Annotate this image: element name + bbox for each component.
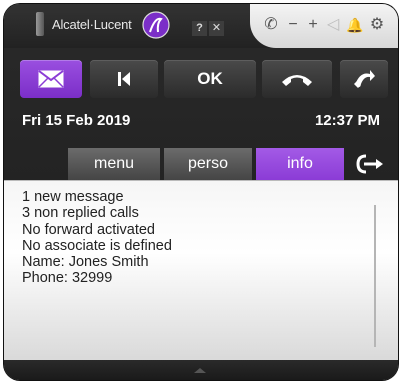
info-forward-status: No forward activated: [22, 221, 155, 238]
brand-name: Alcatel·Lucent: [52, 17, 132, 32]
ok-button[interactable]: OK: [164, 60, 256, 98]
back-button[interactable]: [90, 60, 158, 98]
help-button[interactable]: ?: [192, 21, 207, 36]
info-phone-number: Phone: 32999: [22, 270, 113, 287]
date-time-bar: Fri 15 Feb 2019 12:37 PM: [4, 104, 398, 138]
envelope-icon: [38, 70, 64, 88]
info-new-messages: 1 new message: [22, 189, 124, 205]
hang-up-icon: [282, 75, 312, 86]
hang-up-button[interactable]: [262, 60, 332, 98]
current-time: 12:37 PM: [314, 112, 380, 129]
info-user-name: Name: Jones Smith: [22, 254, 149, 271]
alcatel-logo-icon: [142, 11, 170, 39]
scrollbar[interactable]: [374, 205, 376, 347]
info-lines: 1 new message 3 non replied calls No for…: [22, 189, 172, 287]
bottom-bar: [4, 360, 398, 380]
logout-icon[interactable]: [354, 150, 388, 178]
drag-handle-icon[interactable]: [36, 12, 44, 36]
tab-perso[interactable]: perso: [164, 148, 252, 180]
title-bar[interactable]: Alcatel·Lucent ? ✕ ✆ − + ◁ 🔔 ⚙: [4, 4, 398, 48]
phone-icon[interactable]: ✆: [262, 16, 280, 34]
call-forward-icon: [354, 70, 375, 88]
phone-app-window: Alcatel·Lucent ? ✕ ✆ − + ◁ 🔔 ⚙ OK Fri 15…: [4, 4, 398, 380]
skip-back-icon: [118, 72, 130, 86]
tab-bar: menu perso info: [4, 144, 398, 180]
current-date: Fri 15 Feb 2019: [22, 112, 131, 129]
help-close-group: ? ✕: [192, 21, 224, 36]
expand-handle-icon[interactable]: [194, 368, 206, 373]
info-unreplied-calls: 3 non replied calls: [22, 205, 139, 222]
system-tray: ✆ − + ◁ 🔔 ⚙: [250, 4, 398, 48]
tab-menu[interactable]: menu: [68, 148, 160, 180]
info-panel: 1 new message 3 non replied calls No for…: [4, 180, 398, 361]
messages-button[interactable]: [20, 60, 82, 98]
maximize-icon[interactable]: +: [304, 16, 322, 34]
gear-icon[interactable]: ⚙: [368, 16, 386, 34]
close-button[interactable]: ✕: [209, 21, 224, 36]
info-associate-status: No associate is defined: [22, 237, 172, 254]
volume-icon[interactable]: ◁: [324, 16, 342, 34]
call-forward-button[interactable]: [340, 60, 388, 98]
minimize-icon[interactable]: −: [284, 16, 302, 34]
tab-info[interactable]: info: [256, 148, 344, 180]
bell-icon[interactable]: 🔔: [346, 16, 364, 34]
